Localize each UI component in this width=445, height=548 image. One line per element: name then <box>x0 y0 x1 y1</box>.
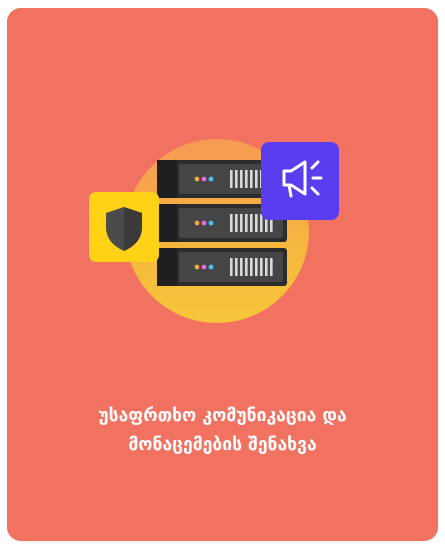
card-title-line-1: უსაფრთხო კომუნიკაცია და <box>98 406 347 426</box>
vent-slot <box>240 170 243 188</box>
shield-badge <box>89 192 159 262</box>
status-light <box>194 176 200 182</box>
vent-slot <box>235 258 238 276</box>
vent-slot <box>270 258 273 276</box>
megaphone-badge <box>261 142 339 220</box>
feature-card[interactable]: უსაფრთხო კომუნიკაცია და მონაცემების შენა… <box>7 8 438 541</box>
vent-slot <box>235 214 238 232</box>
status-light <box>208 176 214 182</box>
vent-slot <box>255 258 258 276</box>
illustration <box>7 8 438 368</box>
vent-slot <box>245 170 248 188</box>
vent-slot <box>260 214 263 232</box>
vent-slot <box>230 214 233 232</box>
status-light <box>194 264 200 270</box>
vent-slot <box>265 258 268 276</box>
vent-slot <box>230 170 233 188</box>
vent-slot <box>240 258 243 276</box>
vent-slot <box>240 214 243 232</box>
vent-slot <box>230 258 233 276</box>
vent-slot <box>255 170 258 188</box>
vent-slot <box>245 258 248 276</box>
card-title: უსაფრთხო კომუნიკაცია და მონაცემების შენა… <box>27 402 418 460</box>
vent-slot <box>245 214 248 232</box>
status-light <box>208 264 214 270</box>
status-light <box>201 176 207 182</box>
status-light <box>208 220 214 226</box>
vent-slot <box>250 170 253 188</box>
vent-slot <box>260 258 263 276</box>
card-title-line-2: მონაცემების შენახვა <box>128 435 317 455</box>
vent-slot <box>235 170 238 188</box>
vent-slot <box>250 214 253 232</box>
vent-slot <box>255 214 258 232</box>
status-light <box>201 264 207 270</box>
server-unit <box>157 248 287 286</box>
status-light <box>201 220 207 226</box>
status-light <box>194 220 200 226</box>
vent-slot <box>250 258 253 276</box>
